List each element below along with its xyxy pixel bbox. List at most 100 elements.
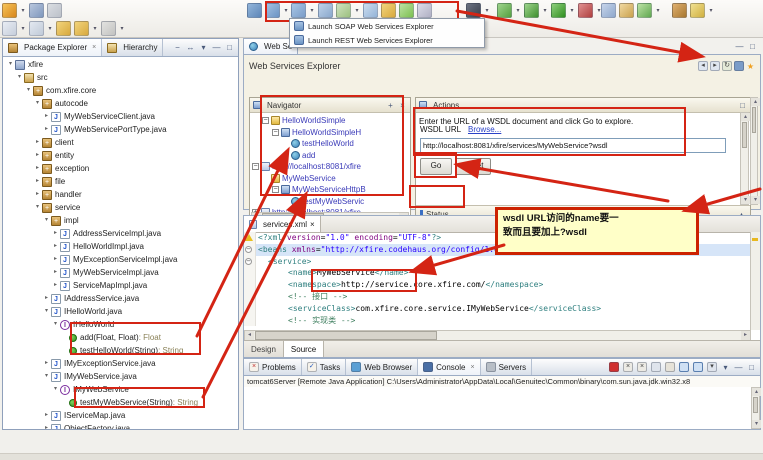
tree-item[interactable]: testHelloWorld(String) : String <box>3 344 238 357</box>
tab-source[interactable]: Source <box>283 341 325 357</box>
forward-icon[interactable]: ▸ <box>710 61 720 71</box>
new-java-class-icon[interactable] <box>2 21 17 36</box>
show-console-on-output-icon[interactable] <box>693 362 703 372</box>
scroll-up-icon[interactable]: ▴ <box>752 388 761 396</box>
run-caret-icon[interactable]: ▾ <box>569 7 575 14</box>
actions-v-scrollbar[interactable]: ▴ ▾ <box>740 112 750 205</box>
pin-console-icon[interactable] <box>679 362 689 372</box>
clear-icon[interactable]: × <box>398 101 407 110</box>
myeclipse-caret-icon[interactable]: ▾ <box>655 7 661 14</box>
open-wizard-caret-icon[interactable]: ▾ <box>47 25 53 32</box>
code-line[interactable]: − <service> <box>244 255 751 268</box>
tree-item[interactable]: ▸ + handler <box>3 188 238 201</box>
remove-all-terminated-icon[interactable]: × <box>637 362 647 372</box>
refresh-icon[interactable]: ↻ <box>722 61 732 71</box>
tree-item[interactable]: add(Float, Float) : Float <box>3 331 238 344</box>
scroll-up-icon[interactable]: ▴ <box>741 113 750 121</box>
tree-item[interactable]: ▾ J IMyWebService.java <box>3 370 238 383</box>
clear-console-icon[interactable] <box>651 362 661 372</box>
scroll-thumb[interactable] <box>752 107 756 133</box>
tree-item[interactable]: ▾ I IMyWebService <box>3 383 238 396</box>
wsdl-url-input[interactable] <box>420 138 726 153</box>
console-output-area[interactable] <box>244 387 760 429</box>
view-menu-icon[interactable]: ▾ <box>199 43 208 52</box>
tab-servers[interactable]: Servers <box>481 359 533 375</box>
tree-item[interactable]: ▸ J MyWebServiceImpl.java <box>3 266 238 279</box>
expanded-arrow-icon[interactable]: ▾ <box>42 305 51 318</box>
tree-item[interactable]: ▸ J IAddressService.java <box>3 292 238 305</box>
collapsed-arrow-icon[interactable]: ▸ <box>51 240 60 253</box>
scroll-left-icon[interactable]: ◂ <box>245 331 254 340</box>
collapsed-arrow-icon[interactable]: ▸ <box>42 292 51 305</box>
save-all-icon[interactable] <box>47 3 62 18</box>
run-last-tool-icon[interactable] <box>101 21 116 36</box>
collapsed-arrow-icon[interactable]: ▸ <box>33 149 42 162</box>
myeclipse-icon[interactable] <box>637 3 652 18</box>
scroll-up-icon[interactable]: ▴ <box>751 98 760 106</box>
code-line[interactable]: <!-- 实现类 --> <box>244 314 751 327</box>
new-ws-client-caret-icon[interactable]: ▾ <box>354 7 360 14</box>
tree-item[interactable]: ▸ J IMyExceptionService.java <box>3 357 238 370</box>
tab-hierarchy[interactable]: Hierarchy <box>102 39 164 56</box>
back-icon[interactable]: ◂ <box>698 61 708 71</box>
browse-link[interactable]: Browse... <box>468 125 501 134</box>
new-java-class-caret-icon[interactable]: ▾ <box>20 25 26 32</box>
tree-item[interactable]: ▸ J IServiceMap.java <box>3 409 238 422</box>
expanded-arrow-icon[interactable]: ▾ <box>33 201 42 214</box>
tab-services-xml[interactable]: services.xml × <box>244 216 321 232</box>
wsdl-editor-icon[interactable] <box>363 3 378 18</box>
open-wizard-icon[interactable] <box>29 21 44 36</box>
scroll-down-icon[interactable]: ▾ <box>751 196 760 204</box>
close-icon[interactable]: × <box>470 364 474 371</box>
tree-item[interactable]: ▾ xfire <box>3 58 238 71</box>
tree-item[interactable]: ▾ + impl <box>3 214 238 227</box>
launch-wse-icon[interactable] <box>734 61 744 71</box>
minimize-icon[interactable]: — <box>735 42 744 51</box>
new-wizard-caret-icon[interactable]: ▾ <box>20 7 26 14</box>
tree-item[interactable]: ▸ + exception <box>3 162 238 175</box>
maximize-icon[interactable]: □ <box>747 363 756 372</box>
java-browsing-icon[interactable] <box>601 3 616 18</box>
expanded-arrow-icon[interactable]: ▾ <box>15 71 24 84</box>
collapse-all-icon[interactable]: − <box>173 43 182 52</box>
debug-icon[interactable] <box>524 3 539 18</box>
ws-monitor-icon[interactable] <box>417 3 432 18</box>
expanded-arrow-icon[interactable]: ▾ <box>42 214 51 227</box>
collapsed-arrow-icon[interactable]: ▸ <box>42 110 51 123</box>
expanded-arrow-icon[interactable]: ▾ <box>33 97 42 110</box>
tab-problems[interactable]: × Problems <box>244 359 302 375</box>
collapsed-arrow-icon[interactable]: ▸ <box>51 279 60 292</box>
tree-item[interactable]: ▸ J ServiceMapImpl.java <box>3 279 238 292</box>
expanded-arrow-icon[interactable]: ▾ <box>42 370 51 383</box>
export-caret-icon[interactable]: ▾ <box>92 25 98 32</box>
collapse-icon[interactable]: − <box>262 117 269 125</box>
package-tool-icon[interactable] <box>672 3 687 18</box>
scroll-thumb[interactable] <box>753 397 758 413</box>
tab-web-browser[interactable]: Web Browser <box>346 359 419 375</box>
remove-launch-icon[interactable]: × <box>623 362 633 372</box>
close-icon[interactable]: × <box>92 44 96 51</box>
external-tools-icon[interactable] <box>497 3 512 18</box>
tree-item[interactable]: ▾ + autocode <box>3 97 238 110</box>
scroll-lock-icon[interactable] <box>665 362 675 372</box>
import-icon[interactable] <box>56 21 71 36</box>
expanded-arrow-icon[interactable]: ▾ <box>51 318 60 331</box>
external-tools-caret-icon[interactable]: ▾ <box>515 7 521 14</box>
tree-item[interactable]: ▾ src <box>3 71 238 84</box>
collapsed-arrow-icon[interactable]: ▸ <box>33 188 42 201</box>
navigator-item[interactable]: − HelloWorldSimpleH <box>250 127 410 139</box>
publish-wsdl-icon[interactable] <box>381 3 396 18</box>
debug-caret-icon[interactable]: ▾ <box>542 7 548 14</box>
tree-item[interactable]: ▸ J MyExceptionServiceImpl.java <box>3 253 238 266</box>
scroll-down-icon[interactable]: ▾ <box>752 420 761 428</box>
collapsed-arrow-icon[interactable]: ▸ <box>42 357 51 370</box>
new-wizard-icon[interactable] <box>2 3 17 18</box>
close-icon[interactable]: × <box>310 220 315 229</box>
tree-item[interactable]: ▾ I IHelloWorld <box>3 318 238 331</box>
expanded-arrow-icon[interactable]: ▾ <box>6 58 15 71</box>
quick-launch-icon[interactable] <box>690 3 705 18</box>
collapse-icon[interactable]: − <box>272 186 279 194</box>
collapsed-arrow-icon[interactable]: ▸ <box>33 175 42 188</box>
editor-overview-ruler[interactable] <box>750 232 760 330</box>
reset-button[interactable]: Reset <box>455 158 491 175</box>
